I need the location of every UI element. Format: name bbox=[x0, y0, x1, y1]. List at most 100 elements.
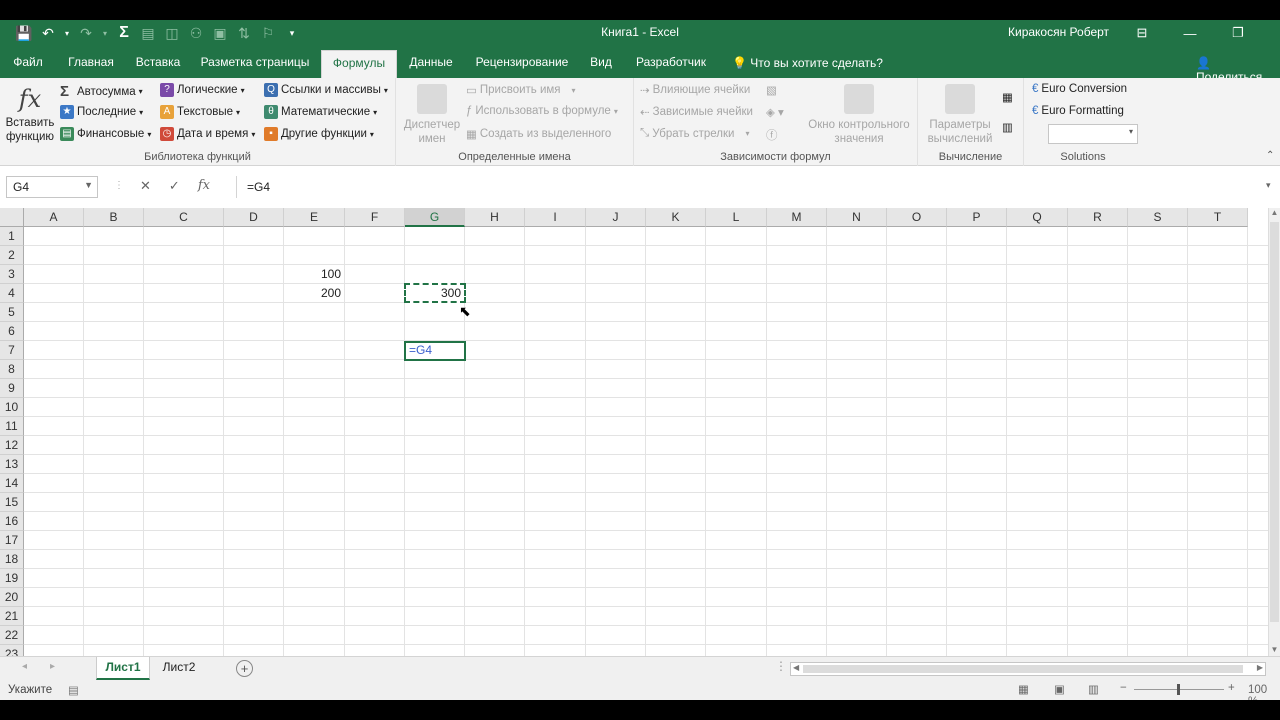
row-header-4[interactable]: 4 bbox=[0, 284, 24, 303]
row-header-17[interactable]: 17 bbox=[0, 531, 24, 550]
recent-button[interactable]: ★ Последние ▾ bbox=[60, 105, 143, 119]
customize-qat-icon[interactable]: ▾ bbox=[282, 23, 302, 43]
save-icon[interactable]: 💾 bbox=[14, 23, 34, 43]
minimize-icon[interactable]: — bbox=[1166, 22, 1214, 44]
row-header-5[interactable]: 5 bbox=[0, 303, 24, 322]
scroll-left-icon[interactable]: ◀ bbox=[793, 663, 799, 672]
form-icon[interactable]: ▤ bbox=[138, 23, 158, 43]
row-header-15[interactable]: 15 bbox=[0, 493, 24, 512]
insert-function-icon[interactable]: fx bbox=[198, 178, 210, 194]
cell-e3[interactable]: 100 bbox=[284, 265, 344, 284]
column-header-r[interactable]: R bbox=[1068, 208, 1128, 227]
row-header-16[interactable]: 16 bbox=[0, 512, 24, 531]
user-name[interactable]: Киракосян Роберт bbox=[1008, 25, 1109, 39]
tab-formulas[interactable]: Формулы bbox=[321, 50, 397, 78]
row-header-8[interactable]: 8 bbox=[0, 360, 24, 379]
column-header-n[interactable]: N bbox=[827, 208, 887, 227]
column-header-t[interactable]: T bbox=[1188, 208, 1248, 227]
trace-dependents-button[interactable]: ⇠ Зависимые ячейки bbox=[640, 105, 753, 119]
horizontal-scroll-thumb[interactable] bbox=[803, 665, 1243, 673]
scroll-right-icon[interactable]: ▶ bbox=[1257, 663, 1263, 672]
expand-formula-bar-icon[interactable]: ▾ bbox=[1266, 180, 1271, 191]
calculation-options-button[interactable]: Параметры вычислений bbox=[922, 84, 998, 146]
name-box[interactable]: G4 ▼ bbox=[6, 176, 98, 198]
scroll-up-icon[interactable]: ▲ bbox=[1269, 208, 1280, 217]
row-header-1[interactable]: 1 bbox=[0, 227, 24, 246]
column-header-f[interactable]: F bbox=[345, 208, 405, 227]
show-formulas-icon[interactable]: ▧ bbox=[766, 83, 777, 97]
column-header-d[interactable]: D bbox=[224, 208, 284, 227]
evaluate-formula-icon[interactable]: ⓕ bbox=[766, 127, 778, 143]
define-name-button[interactable]: ▭ Присвоить имя ▾ bbox=[466, 83, 576, 97]
zoom-slider[interactable] bbox=[1134, 684, 1224, 695]
row-header-21[interactable]: 21 bbox=[0, 607, 24, 626]
lookup-button[interactable]: Q Ссылки и массивы ▾ bbox=[264, 83, 388, 97]
column-header-a[interactable]: A bbox=[24, 208, 84, 227]
math-button[interactable]: θ Математические ▾ bbox=[264, 105, 377, 119]
page-break-view-icon[interactable]: ▥ bbox=[1088, 682, 1099, 696]
normal-view-icon[interactable]: ▦ bbox=[1018, 682, 1029, 696]
enter-icon[interactable]: ✓ bbox=[169, 178, 180, 194]
tab-view[interactable]: Вид bbox=[584, 52, 618, 78]
column-header-b[interactable]: B bbox=[84, 208, 144, 227]
tab-insert[interactable]: Вставка bbox=[130, 52, 186, 78]
column-header-l[interactable]: L bbox=[706, 208, 767, 227]
logical-button[interactable]: ? Логические ▾ bbox=[160, 83, 245, 97]
sort-icon[interactable]: ⇅ bbox=[234, 23, 254, 43]
remove-arrows-button[interactable]: ⤡ Убрать стрелки ▾ bbox=[640, 127, 749, 140]
zoom-out-button[interactable]: − bbox=[1120, 682, 1127, 694]
print-preview-icon[interactable]: ◫ bbox=[162, 23, 182, 43]
row-header-11[interactable]: 11 bbox=[0, 417, 24, 436]
row-header-6[interactable]: 6 bbox=[0, 322, 24, 341]
next-sheet-icon[interactable]: ▸ bbox=[50, 661, 55, 672]
autosum-qat-icon[interactable]: Σ bbox=[114, 23, 134, 43]
column-header-c[interactable]: C bbox=[144, 208, 224, 227]
row-header-12[interactable]: 12 bbox=[0, 436, 24, 455]
add-sheet-button[interactable]: + bbox=[236, 660, 253, 677]
row-header-20[interactable]: 20 bbox=[0, 588, 24, 607]
datetime-button[interactable]: ◷ Дата и время ▾ bbox=[160, 127, 255, 141]
tab-data[interactable]: Данные bbox=[404, 52, 458, 78]
page-layout-view-icon[interactable]: ▣ bbox=[1054, 682, 1065, 696]
cell-g4[interactable]: 300 bbox=[405, 284, 464, 303]
person-icon[interactable]: ⚇ bbox=[186, 23, 206, 43]
calculate-sheet-icon[interactable]: ▥ bbox=[1002, 120, 1013, 134]
worksheet-grid[interactable]: A B C D E F G H I J K L M N O P Q R S T 1 2 3 4 5 6 7 8 9 10 11 12 13 14 1… bbox=[0, 208, 1268, 664]
redo-dropdown-icon[interactable]: ▾ bbox=[100, 23, 110, 43]
row-header-18[interactable]: 18 bbox=[0, 550, 24, 569]
euro-formatting-button[interactable]: € Euro Formatting bbox=[1032, 105, 1124, 117]
text-button[interactable]: A Текстовые ▾ bbox=[160, 105, 240, 119]
split-handle-icon[interactable]: ⋮ bbox=[775, 659, 787, 673]
tab-home[interactable]: Главная bbox=[62, 52, 120, 78]
sheet-tab-2[interactable]: Лист2 bbox=[152, 657, 206, 680]
format-icon[interactable]: ⚐ bbox=[258, 23, 278, 43]
column-header-e[interactable]: E bbox=[284, 208, 345, 227]
undo-dropdown-icon[interactable]: ▾ bbox=[62, 23, 72, 43]
collapse-ribbon-icon[interactable]: ⌃ bbox=[1266, 150, 1274, 161]
create-from-selection-button[interactable]: ▦ Создать из выделенного bbox=[466, 127, 611, 141]
tell-me-box[interactable]: 💡 Что вы хотите сделать? bbox=[732, 56, 883, 70]
row-header-2[interactable]: 2 bbox=[0, 246, 24, 265]
insert-function-button[interactable]: fx Вставить функцию bbox=[4, 82, 56, 144]
row-header-7[interactable]: 7 bbox=[0, 341, 24, 360]
row-header-14[interactable]: 14 bbox=[0, 474, 24, 493]
zoom-in-button[interactable]: + bbox=[1228, 682, 1235, 694]
euro-conversion-button[interactable]: € Euro Conversion bbox=[1032, 83, 1127, 95]
column-header-o[interactable]: O bbox=[887, 208, 947, 227]
row-header-19[interactable]: 19 bbox=[0, 569, 24, 588]
column-header-j[interactable]: J bbox=[586, 208, 646, 227]
vertical-scroll-thumb[interactable] bbox=[1270, 222, 1279, 622]
scroll-down-icon[interactable]: ▼ bbox=[1269, 645, 1280, 654]
calculate-now-icon[interactable]: ▦ bbox=[1002, 90, 1013, 104]
prev-sheet-icon[interactable]: ◂ bbox=[22, 661, 27, 672]
name-manager-button[interactable]: Диспетчер имен bbox=[400, 84, 464, 146]
cell-e4[interactable]: 200 bbox=[284, 284, 344, 303]
row-header-22[interactable]: 22 bbox=[0, 626, 24, 645]
column-header-h[interactable]: H bbox=[465, 208, 525, 227]
undo-icon[interactable]: ↶ bbox=[38, 23, 58, 43]
tab-page-layout[interactable]: Разметка страницы bbox=[198, 52, 312, 78]
macro-record-icon[interactable]: ▤ bbox=[68, 683, 79, 697]
row-header-13[interactable]: 13 bbox=[0, 455, 24, 474]
clipboard-icon[interactable]: ▣ bbox=[210, 23, 230, 43]
cell-g7-editing[interactable]: =G4 bbox=[404, 341, 466, 361]
